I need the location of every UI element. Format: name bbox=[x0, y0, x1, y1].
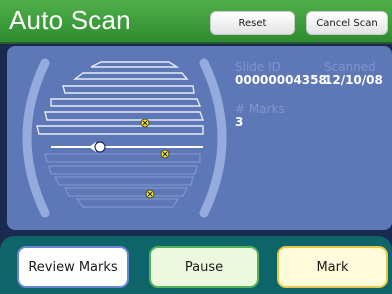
mark-1-icon bbox=[140, 118, 150, 128]
scan-position-icon bbox=[89, 141, 106, 153]
marks-count-value: 3 bbox=[235, 115, 244, 129]
scanned-label: Scanned bbox=[324, 60, 376, 74]
unscanned-strips bbox=[44, 153, 201, 208]
review-marks-button[interactable]: Review Marks bbox=[17, 246, 129, 288]
scanned-value: 12/10/08 bbox=[324, 73, 383, 87]
reset-button[interactable]: Reset bbox=[210, 11, 295, 35]
marks-count-label: # Marks bbox=[235, 102, 285, 116]
pause-button[interactable]: Pause bbox=[149, 246, 259, 288]
mark-2-icon bbox=[160, 149, 170, 159]
cancel-scan-button[interactable]: Cancel Scan bbox=[306, 11, 388, 35]
slide-scan-map bbox=[22, 58, 227, 218]
slide-right-bracket bbox=[199, 58, 227, 218]
page-title: Auto Scan bbox=[9, 5, 131, 35]
scan-panel: Slide ID 00000004358 Scanned 12/10/08 # … bbox=[7, 46, 392, 230]
header-bar: Auto Scan Reset Cancel Scan bbox=[0, 0, 392, 42]
scanned-strips bbox=[36, 61, 205, 135]
mark-button[interactable]: Mark bbox=[277, 246, 388, 288]
slide-left-bracket bbox=[22, 58, 50, 218]
header-separator bbox=[0, 42, 392, 44]
mark-3-icon bbox=[145, 189, 155, 199]
slide-id-label: Slide ID bbox=[235, 60, 281, 74]
slide-id-value: 00000004358 bbox=[235, 73, 327, 87]
